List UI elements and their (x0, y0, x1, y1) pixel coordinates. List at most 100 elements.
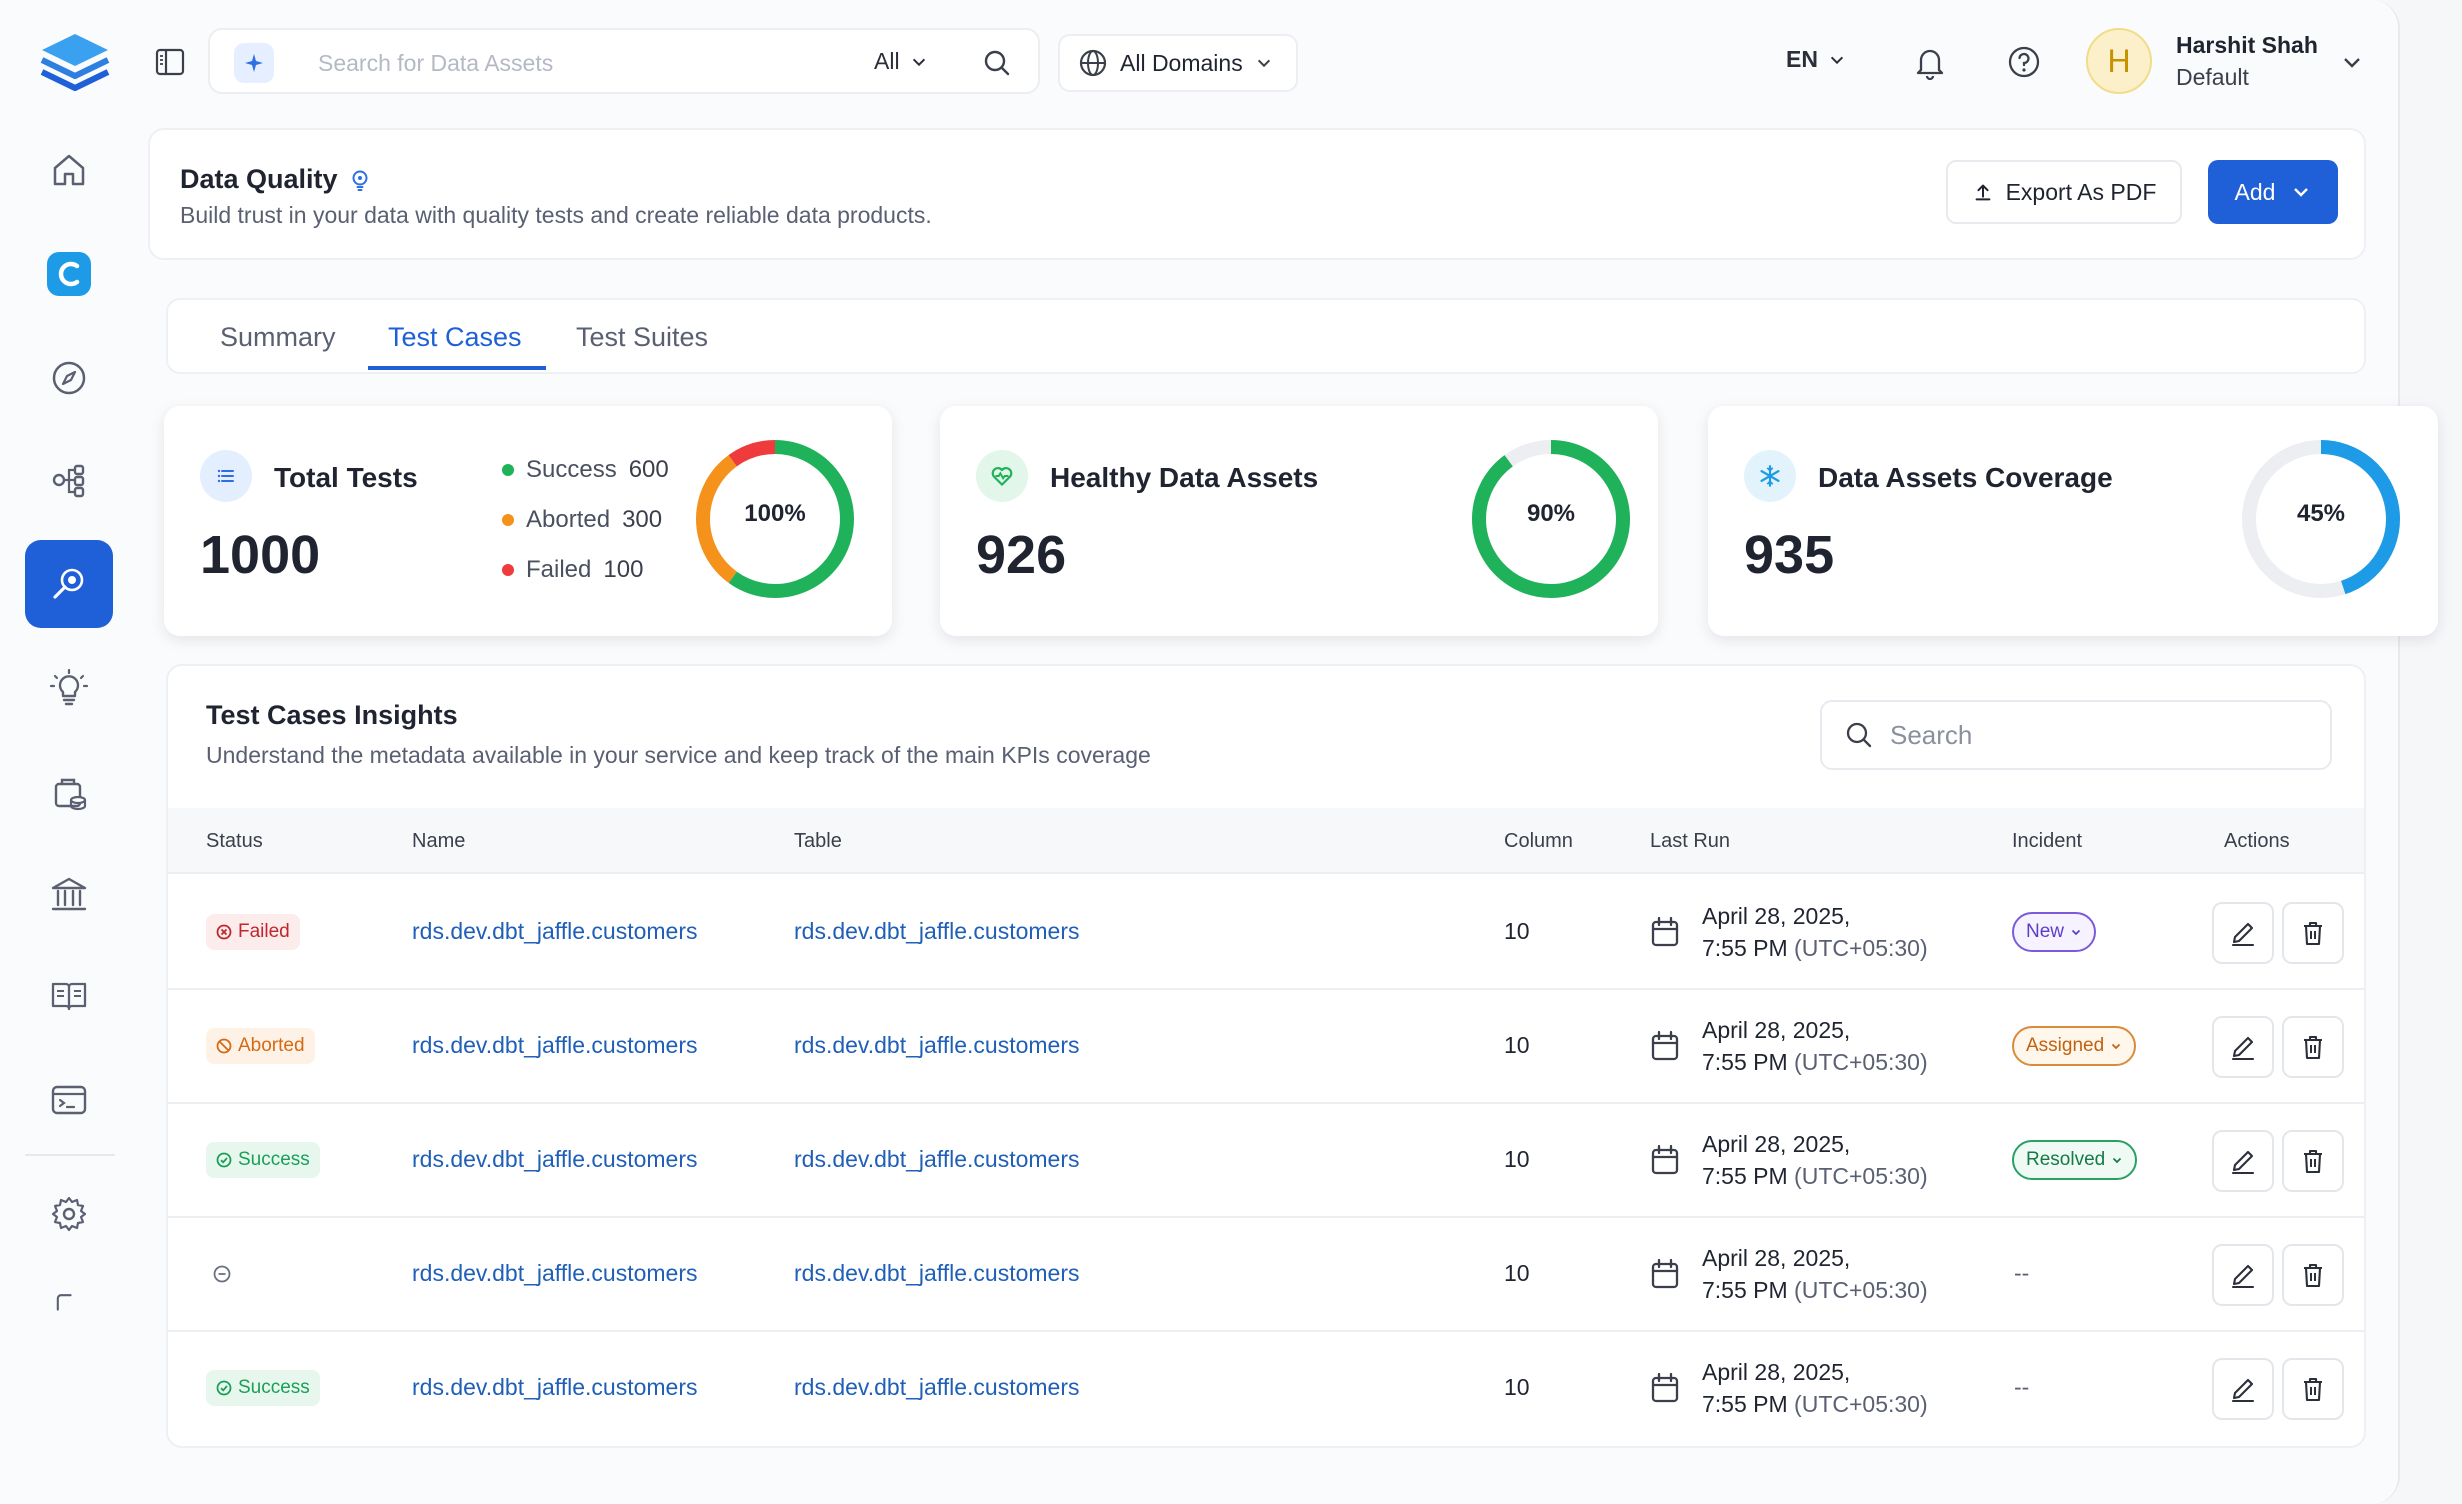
incident-empty: -- (2014, 1260, 2030, 1286)
table-name-link[interactable]: rds.dev.dbt_jaffle.customers (794, 1374, 1080, 1401)
calendar-icon (1650, 1258, 1680, 1290)
legend-dot-aborted (502, 514, 514, 526)
edit-button[interactable] (2212, 1244, 2274, 1306)
last-run-time: 7:55 PM (1702, 1277, 1788, 1303)
healthy-assets-card: Healthy Data Assets 926 90% (940, 406, 1658, 636)
data-products-icon[interactable] (25, 748, 113, 836)
delete-button[interactable] (2282, 1130, 2344, 1192)
search-icon (1846, 722, 1872, 748)
logout-icon[interactable] (25, 1272, 113, 1316)
chevron-down-icon (2111, 1154, 2123, 1166)
chevron-down-icon (2070, 926, 2082, 938)
tab-test-suites[interactable]: Test Suites (576, 322, 708, 353)
col-actions: Actions (2224, 830, 2290, 852)
chevron-down-icon[interactable] (2340, 50, 2364, 74)
tab-summary[interactable]: Summary (220, 322, 336, 353)
incident-label: New (2026, 921, 2065, 942)
tab-test-cases[interactable]: Test Cases (388, 322, 522, 353)
col-column[interactable]: Column (1504, 830, 1573, 853)
incident-status-dropdown[interactable]: Resolved (2012, 1140, 2138, 1180)
settings-gear-icon[interactable] (25, 1170, 113, 1258)
test-case-name-link[interactable]: rds.dev.dbt_jaffle.customers (412, 1374, 698, 1401)
info-bulb-icon[interactable] (348, 168, 372, 192)
language-selector[interactable]: EN (1786, 46, 1846, 73)
insights-subtitle: Understand the metadata available in you… (206, 742, 1151, 768)
col-status[interactable]: Status (206, 830, 263, 853)
col-incident[interactable]: Incident (2012, 830, 2082, 853)
col-last-run[interactable]: Last Run (1650, 830, 1730, 853)
lineage-icon[interactable] (25, 436, 113, 524)
edit-button[interactable] (2212, 1358, 2274, 1420)
search-scope-dropdown[interactable]: All (874, 48, 928, 75)
last-run-date: April 28, 2025, (1702, 1017, 1851, 1043)
notification-bell-icon[interactable] (1912, 44, 1948, 80)
last-run-datetime: April 28, 2025, 7:55 PM (UTC+05:30) (1702, 1014, 1928, 1078)
glossary-book-icon[interactable] (25, 952, 113, 1040)
user-avatar[interactable]: H (2086, 28, 2152, 94)
page-subtitle: Build trust in your data with quality te… (180, 202, 932, 228)
last-run-time-group: 7:55 PM (UTC+05:30) (1702, 1388, 1928, 1420)
sidebar (0, 0, 140, 1504)
col-name[interactable]: Name (412, 830, 465, 853)
col-table[interactable]: Table (794, 830, 842, 853)
last-run-date: April 28, 2025, (1702, 903, 1851, 929)
sidebar-toggle-icon[interactable] (154, 46, 186, 78)
table-name-link[interactable]: rds.dev.dbt_jaffle.customers (794, 918, 1080, 945)
sidebar-divider (25, 1154, 115, 1156)
edit-button[interactable] (2212, 1130, 2274, 1192)
search-input[interactable]: Search for Data Assets (318, 50, 553, 77)
insights-bulb-icon[interactable] (25, 644, 113, 732)
help-icon[interactable] (2006, 44, 2042, 80)
table-name-link[interactable]: rds.dev.dbt_jaffle.customers (794, 1146, 1080, 1173)
table-row: Success rds.dev.dbt_jaffle.customers rds… (168, 1332, 2364, 1446)
delete-button[interactable] (2282, 1244, 2344, 1306)
chevron-down-icon (912, 58, 925, 66)
home-icon[interactable] (25, 126, 113, 214)
collate-app-icon[interactable] (25, 230, 113, 318)
governance-icon[interactable] (25, 850, 113, 938)
export-pdf-button[interactable]: Export As PDF (1946, 160, 2182, 224)
last-run-time-group: 7:55 PM (UTC+05:30) (1702, 1046, 1928, 1078)
chevron-down-icon (2110, 1040, 2122, 1052)
terminal-icon[interactable] (25, 1056, 113, 1144)
test-case-name-link[interactable]: rds.dev.dbt_jaffle.customers (412, 1260, 698, 1287)
healthy-assets-donut-label: 90% (1526, 500, 1576, 527)
test-case-name-link[interactable]: rds.dev.dbt_jaffle.customers (412, 918, 698, 945)
domain-selector[interactable]: All Domains (1058, 34, 1298, 92)
test-case-name-link[interactable]: rds.dev.dbt_jaffle.customers (412, 1146, 698, 1173)
last-run-timezone: (UTC+05:30) (1794, 1163, 1928, 1189)
last-run-timezone: (UTC+05:30) (1794, 1277, 1928, 1303)
delete-button[interactable] (2282, 1016, 2344, 1078)
test-case-name-link[interactable]: rds.dev.dbt_jaffle.customers (412, 1032, 698, 1059)
heart-pulse-icon (976, 450, 1028, 502)
incident-label: Assigned (2026, 1035, 2105, 1056)
legend-dot-failed (502, 564, 514, 576)
incident-status-dropdown[interactable]: New (2012, 912, 2097, 952)
delete-button[interactable] (2282, 1358, 2344, 1420)
status-label: Success (238, 1377, 310, 1398)
user-name[interactable]: Harshit Shah (2176, 32, 2318, 59)
search-icon[interactable] (980, 46, 1014, 80)
column-count: 10 (1504, 1032, 1530, 1058)
table-name-link[interactable]: rds.dev.dbt_jaffle.customers (794, 1032, 1080, 1059)
coverage-donut-label: 45% (2296, 500, 2346, 527)
insights-search-placeholder: Search (1890, 719, 1973, 750)
explore-compass-icon[interactable] (25, 334, 113, 422)
last-run-datetime: April 28, 2025, 7:55 PM (UTC+05:30) (1702, 1242, 1928, 1306)
add-button[interactable]: Add (2208, 160, 2338, 224)
delete-button[interactable] (2282, 902, 2344, 964)
last-run-timezone: (UTC+05:30) (1794, 1049, 1928, 1075)
edit-button[interactable] (2212, 902, 2274, 964)
edit-button[interactable] (2212, 1016, 2274, 1078)
healthy-assets-title: Healthy Data Assets (1050, 462, 1319, 493)
insights-search-input[interactable]: Search (1820, 700, 2332, 770)
app-logo[interactable] (38, 30, 112, 96)
pencil-icon (2228, 1374, 2258, 1404)
ai-sparkle-icon[interactable] (234, 43, 274, 83)
list-icon (200, 450, 252, 502)
incident-status-dropdown[interactable]: Assigned (2012, 1026, 2137, 1066)
data-quality-icon[interactable] (25, 540, 113, 628)
chevron-down-icon (1830, 56, 1844, 64)
user-role: Default (2176, 64, 2249, 90)
table-name-link[interactable]: rds.dev.dbt_jaffle.customers (794, 1260, 1080, 1287)
